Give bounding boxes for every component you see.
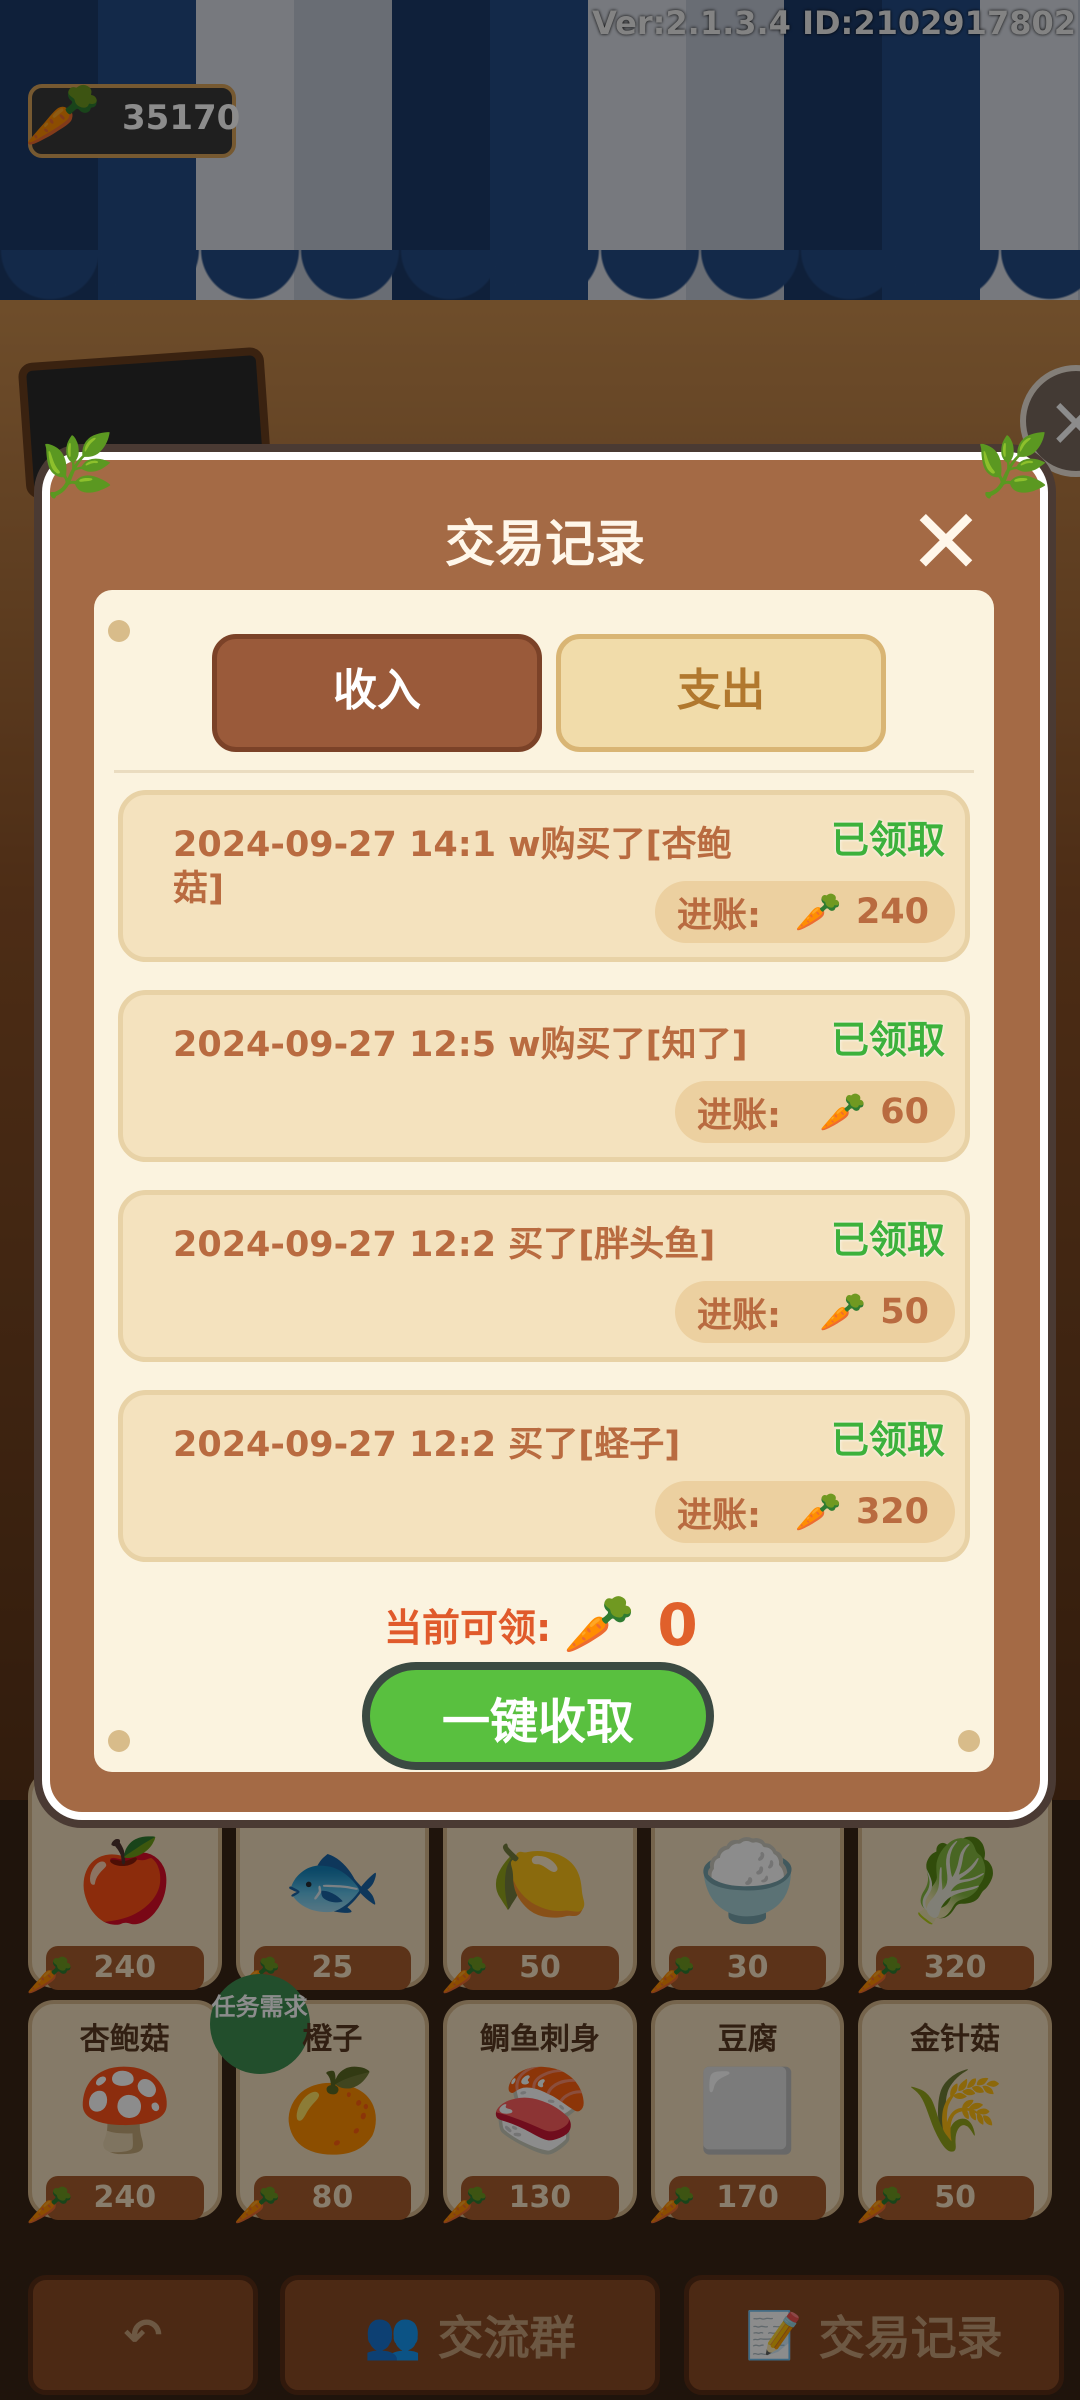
record-item: 2024-09-27 12:2 买了[胖头鱼] 已领取 进账: 🥕 50 (118, 1190, 970, 1362)
record-amount: 进账: 🥕 50 (675, 1281, 955, 1343)
claimable-value: 0 (657, 1590, 698, 1659)
amount-label: 进账: (677, 1495, 761, 1536)
tab-expense[interactable]: 支出 (556, 634, 886, 752)
record-amount: 进账: 🥕 240 (655, 881, 955, 943)
record-amount: 进账: 🥕 60 (675, 1081, 955, 1143)
record-status: 已领取 (830, 1018, 945, 1062)
record-text: 2024-09-27 12:2 买了[蛏子] (173, 1425, 681, 1465)
record-item: 2024-09-27 12:2 买了[蛏子] 已领取 进账: 🥕 320 (118, 1390, 970, 1562)
carrot-icon: 🥕 (794, 1489, 842, 1534)
amount-value: 60 (880, 1092, 929, 1132)
record-text: 2024-09-27 12:5 w购买了[知了] (173, 1025, 748, 1065)
record-item: 2024-09-27 14:1 w购买了[杏鲍菇] 已领取 进账: 🥕 240 (118, 790, 970, 962)
trade-records-modal: 🌿 🌿 交易记录 ✕ 收入 支出 2024-09-27 14:1 w购买了[杏鲍… (40, 431, 1050, 1820)
claimable-row: 当前可领: 🥕 0 (384, 1590, 698, 1659)
amount-value: 320 (855, 1492, 929, 1532)
record-amount: 进账: 🥕 320 (655, 1481, 955, 1543)
paper-pin (108, 1730, 130, 1752)
collect-all-button[interactable]: 一键收取 (362, 1662, 714, 1770)
record-text: 2024-09-27 12:2 买了[胖头鱼] (173, 1225, 716, 1265)
amount-label: 进账: (697, 1295, 781, 1336)
record-item: 2024-09-27 12:5 w购买了[知了] 已领取 进账: 🥕 60 (118, 990, 970, 1162)
amount-label: 进账: (677, 895, 761, 936)
claimable-label: 当前可领: (384, 1606, 552, 1650)
carrot-icon: 🥕 (794, 889, 842, 934)
amount-value: 50 (880, 1292, 929, 1332)
amount-value: 240 (855, 892, 929, 932)
paper-pin (108, 620, 130, 642)
grass-decoration: 🌿 (975, 431, 1050, 501)
amount-label: 进账: (697, 1095, 781, 1136)
records-list[interactable]: 2024-09-27 14:1 w购买了[杏鲍菇] 已领取 进账: 🥕 240 … (118, 790, 970, 1590)
tab-income[interactable]: 收入 (212, 634, 542, 752)
record-status: 已领取 (830, 1218, 945, 1262)
carrot-icon: 🥕 (818, 1289, 867, 1334)
carrot-icon: 🥕 (818, 1089, 867, 1134)
modal-title: 交易记录 (445, 515, 645, 573)
grass-decoration: 🌿 (40, 431, 115, 501)
close-icon[interactable]: ✕ (908, 498, 984, 588)
record-status: 已领取 (830, 818, 945, 862)
tab-divider (114, 770, 974, 773)
records-panel: 收入 支出 2024-09-27 14:1 w购买了[杏鲍菇] 已领取 进账: … (94, 590, 994, 1772)
paper-pin (958, 1730, 980, 1752)
carrot-icon: 🥕 (563, 1590, 636, 1658)
record-status: 已领取 (830, 1418, 945, 1462)
